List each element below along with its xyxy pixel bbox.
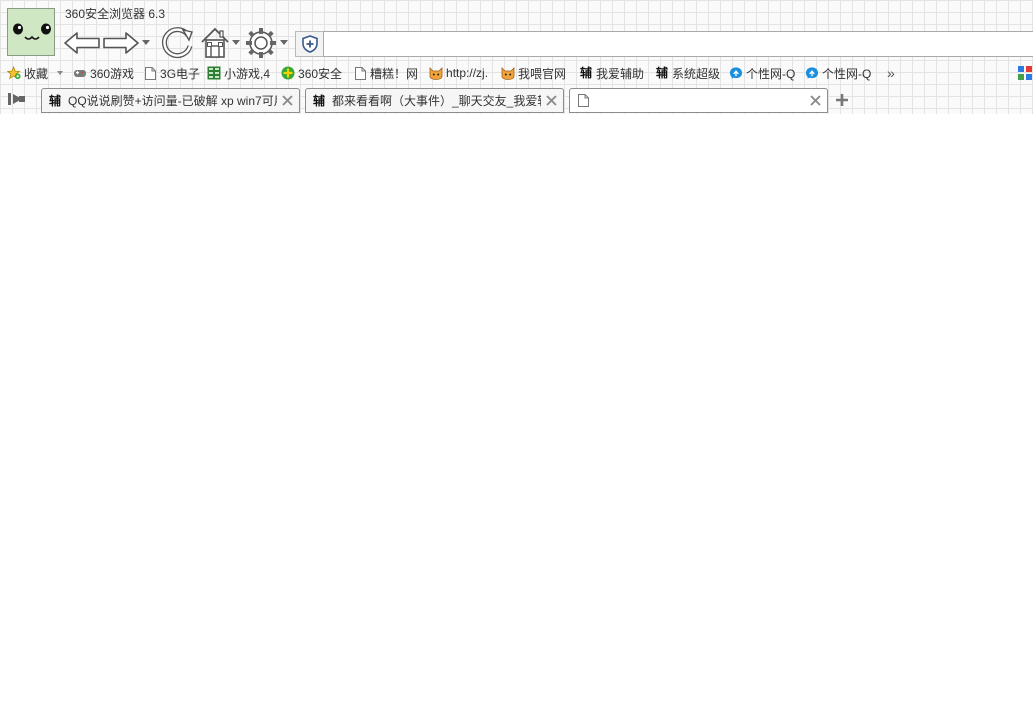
fu-icon: 辅 [655,66,669,80]
bookmark-item-woai-fuzhu[interactable]: 辅 我爱辅助 [579,62,655,84]
chevron-down-icon [142,40,150,45]
refresh-button[interactable] [158,24,196,62]
bookmark-item-woai-official[interactable]: 我喂官网 [501,62,579,84]
fu-icon: 辅 [579,66,593,80]
gear-icon [246,28,276,58]
page-icon [353,66,367,80]
more-bookmarks-button[interactable]: » [887,62,895,84]
bookmark-label: 我喂官网 [518,66,567,81]
chevron-down-icon [280,40,288,45]
gamepad-icon [73,66,87,80]
address-bar-input[interactable] [323,31,1033,57]
favorites-label: 收藏 [24,66,49,81]
window-title: 360安全浏览器 6.3 [65,7,166,21]
chevron-down-icon [232,40,240,45]
fu-glyph: 辅 [580,66,593,80]
tab-close-button[interactable] [279,93,295,109]
apps-grid-icon [1018,66,1032,80]
fu-icon: 辅 [48,94,62,108]
shield-icon [301,35,318,53]
bookmark-label: 小游戏,4 [224,66,271,81]
bookmark-label: 我爱辅助 [596,66,645,81]
fu-glyph: 辅 [656,66,669,80]
browser-chrome: 360安全浏览器 6.3 收藏 360游戏 3G电子 小游戏,4 360安全 糟… [0,0,1033,114]
bookmark-label: 3G电子 [160,66,201,81]
bookmark-item-oops[interactable]: 糟糕！网 [353,62,429,84]
close-icon [545,95,557,106]
security-shield-button[interactable] [295,31,323,57]
bookmark-label: 360安全 [298,66,343,81]
chevron-down-icon [57,70,64,75]
favorites-dropdown[interactable] [57,62,64,84]
page-icon [143,66,157,80]
bookmarks-bar: 收藏 360游戏 3G电子 小游戏,4 360安全 糟糕！网 http://zj… [0,62,1033,84]
blue-q-icon [729,66,743,80]
tab-3-active[interactable] [569,88,828,113]
kawaii-face-icon [13,23,51,40]
home-dropdown[interactable] [232,40,240,46]
bookmark-label: 个性网-Q [746,66,796,81]
tab-title: 都来看看啊（大事件）_聊天交友_我爱辅助 [332,94,541,108]
bookmark-item-zj[interactable]: http://zj. [429,62,501,84]
tools-dropdown[interactable] [280,40,288,46]
back-button[interactable] [63,24,101,62]
avatar[interactable] [7,8,55,56]
new-tab-button[interactable] [834,92,850,108]
bookmark-item-3g[interactable]: 3G电子 [143,62,207,84]
bookmark-label: 糟糕！网 [370,66,419,81]
bookmark-item-gexing-2[interactable]: 个性网-Q [805,62,879,84]
sidebar-arrow-icon [8,93,25,105]
plus-icon [836,94,848,106]
home-icon [201,27,229,58]
close-icon [281,95,293,106]
360-safe-icon [281,66,295,80]
blue-q-icon [805,66,819,80]
home-button[interactable] [198,24,232,62]
tab-title: QQ说说刷赞+访问量-已破解 xp win7可用 [68,94,277,108]
fu-glyph: 辅 [48,93,61,108]
forward-dropdown[interactable] [142,40,150,46]
forward-arrow-icon [103,32,139,54]
apps-grid-button[interactable] [1017,66,1033,80]
favorites-star-icon [7,66,21,80]
bookmark-item-system-super[interactable]: 辅 系统超级 [655,62,729,84]
tab-close-button[interactable] [807,93,823,109]
forward-button[interactable] [102,24,140,62]
bookmark-item-360-games[interactable]: 360游戏 [73,62,143,84]
cat-icon [501,66,515,80]
close-icon [809,95,821,106]
bookmark-item-mini-games[interactable]: 小游戏,4 [207,62,281,84]
tab-close-button[interactable] [543,93,559,109]
bookmark-item-360-safe[interactable]: 360安全 [281,62,353,84]
tab-1[interactable]: 辅 QQ说说刷赞+访问量-已破解 xp win7可用 [41,88,300,113]
grid-app-icon [207,66,221,80]
bookmark-item-gexing-1[interactable]: 个性网-Q [729,62,805,84]
sidebar-toggle-button[interactable] [7,91,27,107]
fu-icon: 辅 [312,94,326,108]
cat-icon [429,66,443,80]
bookmark-label: 个性网-Q [822,66,872,81]
back-arrow-icon [64,32,100,54]
fu-glyph: 辅 [312,93,325,108]
tools-button[interactable] [244,24,278,62]
bookmark-label: 系统超级 [672,66,721,81]
bookmark-label: 360游戏 [90,66,135,81]
refresh-icon [161,27,193,59]
page-content-area[interactable] [0,114,1033,708]
page-icon [576,94,590,108]
favorites-button[interactable]: 收藏 [7,62,48,84]
bookmark-label: http://zj. [446,66,489,80]
tab-2[interactable]: 辅 都来看看啊（大事件）_聊天交友_我爱辅助 [305,88,564,113]
